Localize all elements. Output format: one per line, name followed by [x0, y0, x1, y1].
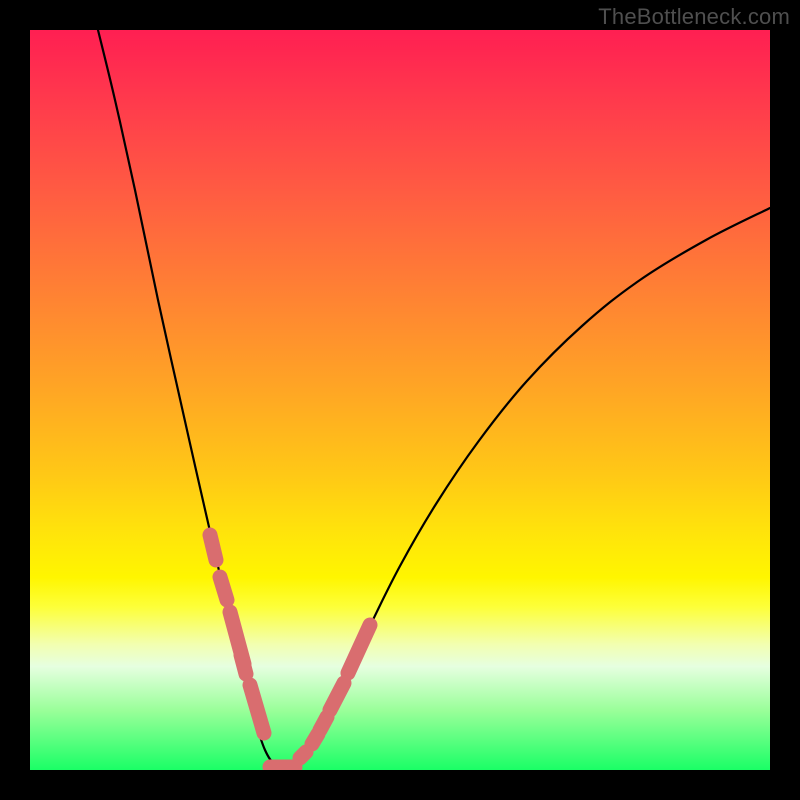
- left-curve: [98, 30, 285, 770]
- thick-segment-group: [210, 535, 370, 767]
- right-curve: [285, 208, 770, 770]
- thick-seg-right-0: [348, 625, 370, 673]
- plot-area: [30, 30, 770, 770]
- thick-seg-left-3: [250, 685, 264, 733]
- thick-seg-right-1: [330, 683, 344, 710]
- watermark-text: TheBottleneck.com: [598, 4, 790, 30]
- chart-frame: TheBottleneck.com: [0, 0, 800, 800]
- thick-seg-left-0: [210, 535, 216, 560]
- thick-seg-left-1: [220, 577, 227, 600]
- thick-seg-right-3: [312, 734, 318, 744]
- curve-svg: [30, 30, 770, 770]
- thick-seg-right-4: [300, 752, 306, 758]
- thick-seg-left-4: [241, 655, 246, 674]
